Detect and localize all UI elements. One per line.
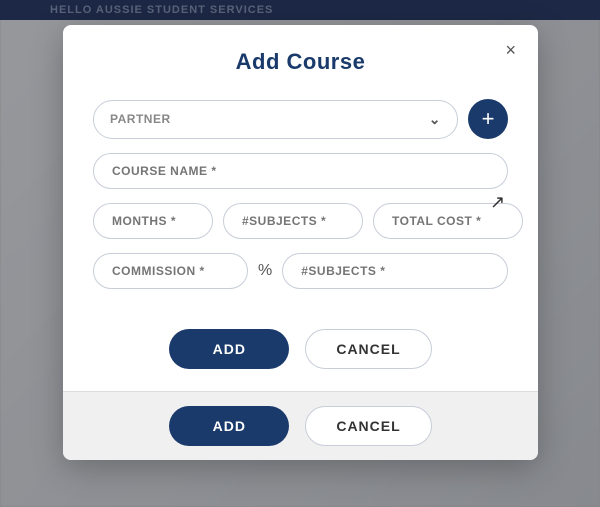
close-button[interactable]: × [499,39,522,61]
modal-footer-sticky: ADD CANCEL [63,391,538,460]
course-name-row [93,153,508,189]
add-course-modal: Add Course × PARTNER ⌄ + % [63,25,538,460]
partner-select[interactable]: PARTNER ⌄ [93,100,458,139]
add-button[interactable]: ADD [169,329,289,369]
chevron-down-icon: ⌄ [429,111,441,128]
partner-row: PARTNER ⌄ + [93,99,508,139]
percent-label: % [258,262,272,280]
months-input[interactable] [93,203,213,239]
add-circle-button[interactable]: + [468,99,508,139]
plus-icon: + [482,106,495,132]
total-cost-input[interactable] [373,203,523,239]
metrics-row [93,203,508,239]
subjects1-input[interactable] [223,203,363,239]
modal-header: Add Course × [63,25,538,91]
modal-title: Add Course [236,49,366,74]
modal-footer: ADD CANCEL [63,323,538,391]
commission-input[interactable] [93,253,248,289]
add-button-sticky[interactable]: ADD [169,406,289,446]
modal-body: PARTNER ⌄ + % [63,91,538,323]
subjects2-input[interactable] [282,253,508,289]
course-name-input[interactable] [93,153,508,189]
partner-placeholder: PARTNER [110,112,171,126]
commission-row: % [93,253,508,289]
cancel-button-sticky[interactable]: CANCEL [305,406,431,446]
cancel-button[interactable]: CANCEL [305,329,431,369]
